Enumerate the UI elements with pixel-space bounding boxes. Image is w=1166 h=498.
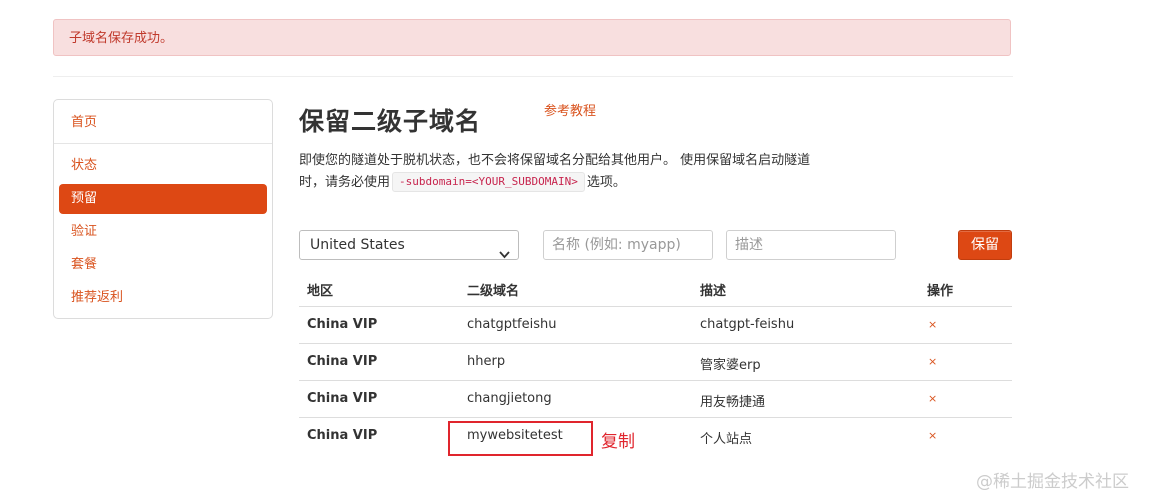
reserve-button[interactable]: 保留 [958, 230, 1012, 260]
table-row-divider [299, 343, 1012, 344]
annotation-highlight-box [448, 421, 593, 456]
table-cell-subdomain: changjietong [467, 391, 552, 406]
tutorial-link[interactable]: 参考教程 [544, 100, 596, 119]
sidebar-nav: 首页 状态 预留 验证 套餐 推荐返利 [53, 99, 273, 319]
table-cell-description: chatgpt-feishu [700, 317, 795, 332]
region-select-value: United States [310, 237, 405, 253]
region-select[interactable]: United States [299, 230, 519, 260]
table-row-divider [299, 380, 1012, 381]
sidebar-item-verify[interactable]: 验证 [59, 217, 267, 247]
delete-icon[interactable]: × [928, 318, 937, 331]
page-description: 即使您的隧道处于脱机状态，也不会将保留域名分配给其他用户。 使用保留域名启动隧道… [299, 150, 859, 194]
annotation-copy-label: 复制 [601, 432, 635, 452]
sidebar-item-plans[interactable]: 套餐 [59, 250, 267, 280]
column-header-description: 描述 [700, 284, 727, 299]
description-line1: 即使您的隧道处于脱机状态，也不会将保留域名分配给其他用户。 使用保留域名启动隧道 [299, 153, 811, 168]
sidebar-item-status[interactable]: 状态 [59, 151, 267, 181]
table-cell-description: 管家婆erp [700, 358, 761, 373]
delete-icon[interactable]: × [928, 392, 937, 405]
table-row-divider [299, 417, 1012, 418]
table-cell-subdomain: chatgptfeishu [467, 317, 557, 332]
column-header-action: 操作 [927, 284, 954, 299]
description-input[interactable]: 描述 [726, 230, 896, 260]
column-header-region: 地区 [307, 284, 334, 299]
watermark: @稀土掘金技术社区 [976, 472, 1129, 492]
success-alert: 子域名保存成功。 [53, 19, 1011, 56]
sidebar-item-reserved[interactable]: 预留 [59, 184, 267, 214]
name-input[interactable]: 名称 (例如: myapp) [543, 230, 713, 260]
table-cell-description: 用友畅捷通 [700, 395, 766, 410]
table-header-divider [299, 306, 1012, 307]
description-line2-suffix: 选项。 [586, 175, 626, 190]
table-cell-region: China VIP [307, 354, 378, 369]
delete-icon[interactable]: × [928, 429, 937, 442]
description-line2-prefix: 时，请务必使用 [299, 175, 391, 190]
table-cell-region: China VIP [307, 428, 378, 443]
subdomain-option-code: -subdomain=<YOUR_SUBDOMAIN> [392, 172, 585, 192]
divider [53, 76, 1013, 77]
table-cell-description: 个人站点 [700, 432, 753, 447]
column-header-subdomain: 二级域名 [467, 284, 520, 299]
table-cell-region: China VIP [307, 317, 378, 332]
page-title: 保留二级子域名 [299, 107, 482, 136]
sidebar-item-referral[interactable]: 推荐返利 [59, 283, 267, 313]
sidebar-divider [54, 143, 272, 144]
table-cell-subdomain: hherp [467, 354, 506, 369]
table-cell-region: China VIP [307, 391, 378, 406]
chevron-down-icon [499, 241, 510, 269]
delete-icon[interactable]: × [928, 355, 937, 368]
sidebar-item-home[interactable]: 首页 [59, 108, 267, 138]
